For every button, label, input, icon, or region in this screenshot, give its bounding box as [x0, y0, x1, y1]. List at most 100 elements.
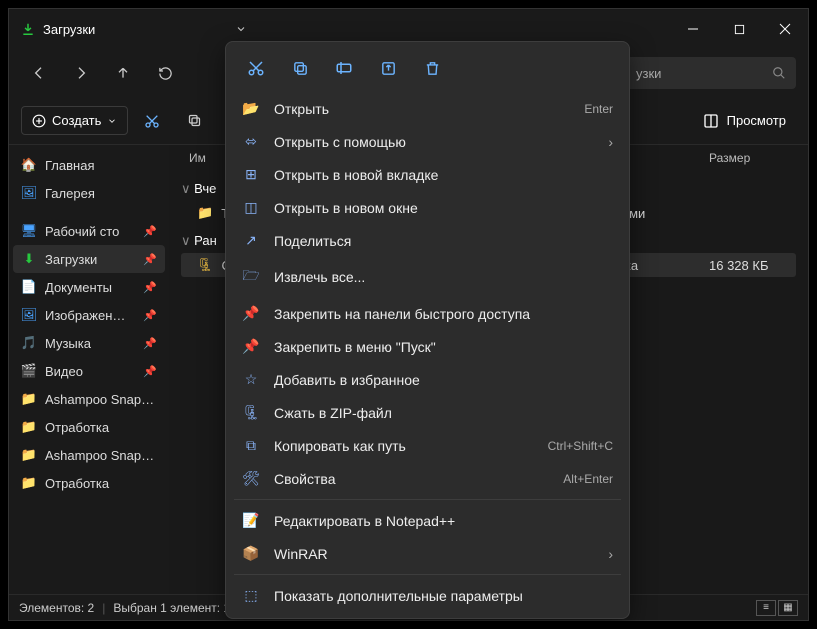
ctx-favorite[interactable]: ☆ Добавить в избранное	[226, 363, 629, 396]
ctx-pin-start[interactable]: 📌 Закрепить в меню "Пуск"	[226, 330, 629, 363]
minimize-button[interactable]	[670, 9, 716, 49]
documents-icon: 📄	[21, 279, 37, 295]
back-button[interactable]	[21, 55, 57, 91]
desktop-icon: 🖥	[21, 223, 37, 239]
maximize-button[interactable]	[716, 9, 762, 49]
sidebar-item-otrabotka-2[interactable]: 📁Отработка	[13, 469, 165, 497]
view-details-button[interactable]: ≡	[756, 600, 776, 616]
video-icon: 🎬	[21, 363, 37, 379]
search-input[interactable]: узки	[626, 57, 796, 89]
create-label: Создать	[52, 113, 101, 128]
folder-icon: 📁	[21, 475, 37, 491]
view-icons-button[interactable]: ▦	[778, 600, 798, 616]
sidebar-item-home[interactable]: 🏠Главная	[13, 151, 165, 179]
ctx-winrar[interactable]: 📦 WinRAR ›	[226, 537, 629, 570]
window-icon: ◫	[242, 199, 260, 216]
star-icon: ☆	[242, 371, 260, 388]
sidebar-item-video[interactable]: 🎬Видео📌	[13, 357, 165, 385]
context-quick-actions	[226, 48, 629, 92]
ctx-cut-button[interactable]	[238, 52, 274, 84]
folder-icon: 📁	[197, 205, 213, 221]
separator	[234, 499, 621, 500]
sidebar-item-otrabotka-1[interactable]: 📁Отработка	[13, 413, 165, 441]
folder-icon: 📂	[242, 100, 260, 117]
download-icon: ⬇	[21, 251, 37, 267]
ctx-extract-all[interactable]: 🗁 Извлечь все...	[226, 257, 629, 297]
ctx-compress[interactable]: 🗜 Сжать в ZIP-файл	[226, 396, 629, 429]
pin-icon: 📌	[143, 253, 157, 266]
share-icon: ↗	[242, 232, 260, 249]
ctx-more[interactable]: ⬚ Показать дополнительные параметры	[226, 579, 629, 612]
chevron-down-icon	[107, 116, 117, 126]
ctx-copy-path[interactable]: ⧉ Копировать как путь Ctrl+Shift+C	[226, 429, 629, 462]
ctx-notepad[interactable]: 📝 Редактировать в Notepad++	[226, 504, 629, 537]
ctx-new-window[interactable]: ◫ Открыть в новом окне	[226, 191, 629, 224]
pin-icon: 📌	[242, 305, 260, 322]
gallery-icon: 🖼	[21, 185, 37, 201]
pin-icon: 📌	[143, 365, 157, 378]
ctx-open-with[interactable]: ⬄ Открыть с помощью ›	[226, 125, 629, 158]
column-header-name[interactable]: Им	[189, 151, 206, 165]
sidebar-item-ashampoo-2[interactable]: 📁Ashampoo Snap…	[13, 441, 165, 469]
ctx-share[interactable]: ↗ Поделиться	[226, 224, 629, 257]
winrar-icon: 📦	[242, 545, 260, 562]
separator	[234, 574, 621, 575]
forward-button[interactable]	[63, 55, 99, 91]
music-icon: 🎵	[21, 335, 37, 351]
folder-icon: 📁	[21, 419, 37, 435]
zip-icon: 🗜	[242, 404, 260, 421]
ctx-delete-button[interactable]	[414, 52, 450, 84]
sidebar-item-documents[interactable]: 📄Документы📌	[13, 273, 165, 301]
ctx-share-button[interactable]	[370, 52, 406, 84]
folder-icon: 📁	[21, 391, 37, 407]
pin-icon: 📌	[143, 309, 157, 322]
folder-icon: 📁	[21, 447, 37, 463]
sidebar-item-desktop[interactable]: 🖥Рабочий сто📌	[13, 217, 165, 245]
ctx-new-tab[interactable]: ⊞ Открыть в новой вкладке	[226, 158, 629, 191]
sidebar-item-music[interactable]: 🎵Музыка📌	[13, 329, 165, 357]
more-icon: ⬚	[242, 587, 260, 604]
search-icon	[772, 66, 786, 80]
download-icon	[21, 22, 35, 36]
properties-icon: 🛠	[242, 470, 260, 487]
view-button[interactable]: Просмотр	[693, 107, 796, 135]
sidebar-item-ashampoo-1[interactable]: 📁Ashampoo Snap…	[13, 385, 165, 413]
pin-icon: 📌	[143, 337, 157, 350]
view-label: Просмотр	[727, 113, 786, 128]
search-text: узки	[636, 66, 661, 81]
open-with-icon: ⬄	[242, 133, 260, 150]
pin-icon: 📌	[143, 225, 157, 238]
chevron-right-icon: ›	[608, 134, 613, 150]
tab-icon: ⊞	[242, 166, 260, 183]
sidebar-item-pictures[interactable]: 🖼Изображен…📌	[13, 301, 165, 329]
status-count: Элементов: 2	[19, 601, 94, 615]
sidebar-item-gallery[interactable]: 🖼Галерея	[13, 179, 165, 207]
up-button[interactable]	[105, 55, 141, 91]
ctx-open[interactable]: 📂 Открыть Enter	[226, 92, 629, 125]
ctx-properties[interactable]: 🛠 Свойства Alt+Enter	[226, 462, 629, 495]
column-header-size[interactable]: Размер	[709, 151, 750, 165]
close-button[interactable]	[762, 9, 808, 49]
sidebar: 🏠Главная 🖼Галерея 🖥Рабочий сто📌 ⬇Загрузк…	[9, 145, 169, 594]
notepad-icon: 📝	[242, 512, 260, 529]
ctx-copy-button[interactable]	[282, 52, 318, 84]
home-icon: 🏠	[21, 157, 37, 173]
pin-icon: 📌	[242, 338, 260, 355]
context-menu: 📂 Открыть Enter ⬄ Открыть с помощью › ⊞ …	[225, 41, 630, 619]
tab-dropdown-icon[interactable]	[235, 23, 247, 35]
zip-icon: 🗜	[197, 257, 214, 273]
create-button[interactable]: Создать	[21, 106, 128, 135]
refresh-button[interactable]	[147, 55, 183, 91]
ctx-rename-button[interactable]	[326, 52, 362, 84]
chevron-right-icon: ›	[608, 546, 613, 562]
cut-button[interactable]	[134, 103, 170, 139]
pin-icon: 📌	[143, 281, 157, 294]
copy-button[interactable]	[176, 103, 212, 139]
extract-icon: 🗁	[242, 265, 260, 289]
sidebar-item-downloads[interactable]: ⬇Загрузки📌	[13, 245, 165, 273]
tab-downloads[interactable]: Загрузки	[21, 22, 95, 37]
window-controls	[670, 9, 808, 49]
ctx-pin-quick[interactable]: 📌 Закрепить на панели быстрого доступа	[226, 297, 629, 330]
layout-icon	[703, 113, 719, 129]
tab-title: Загрузки	[43, 22, 95, 37]
